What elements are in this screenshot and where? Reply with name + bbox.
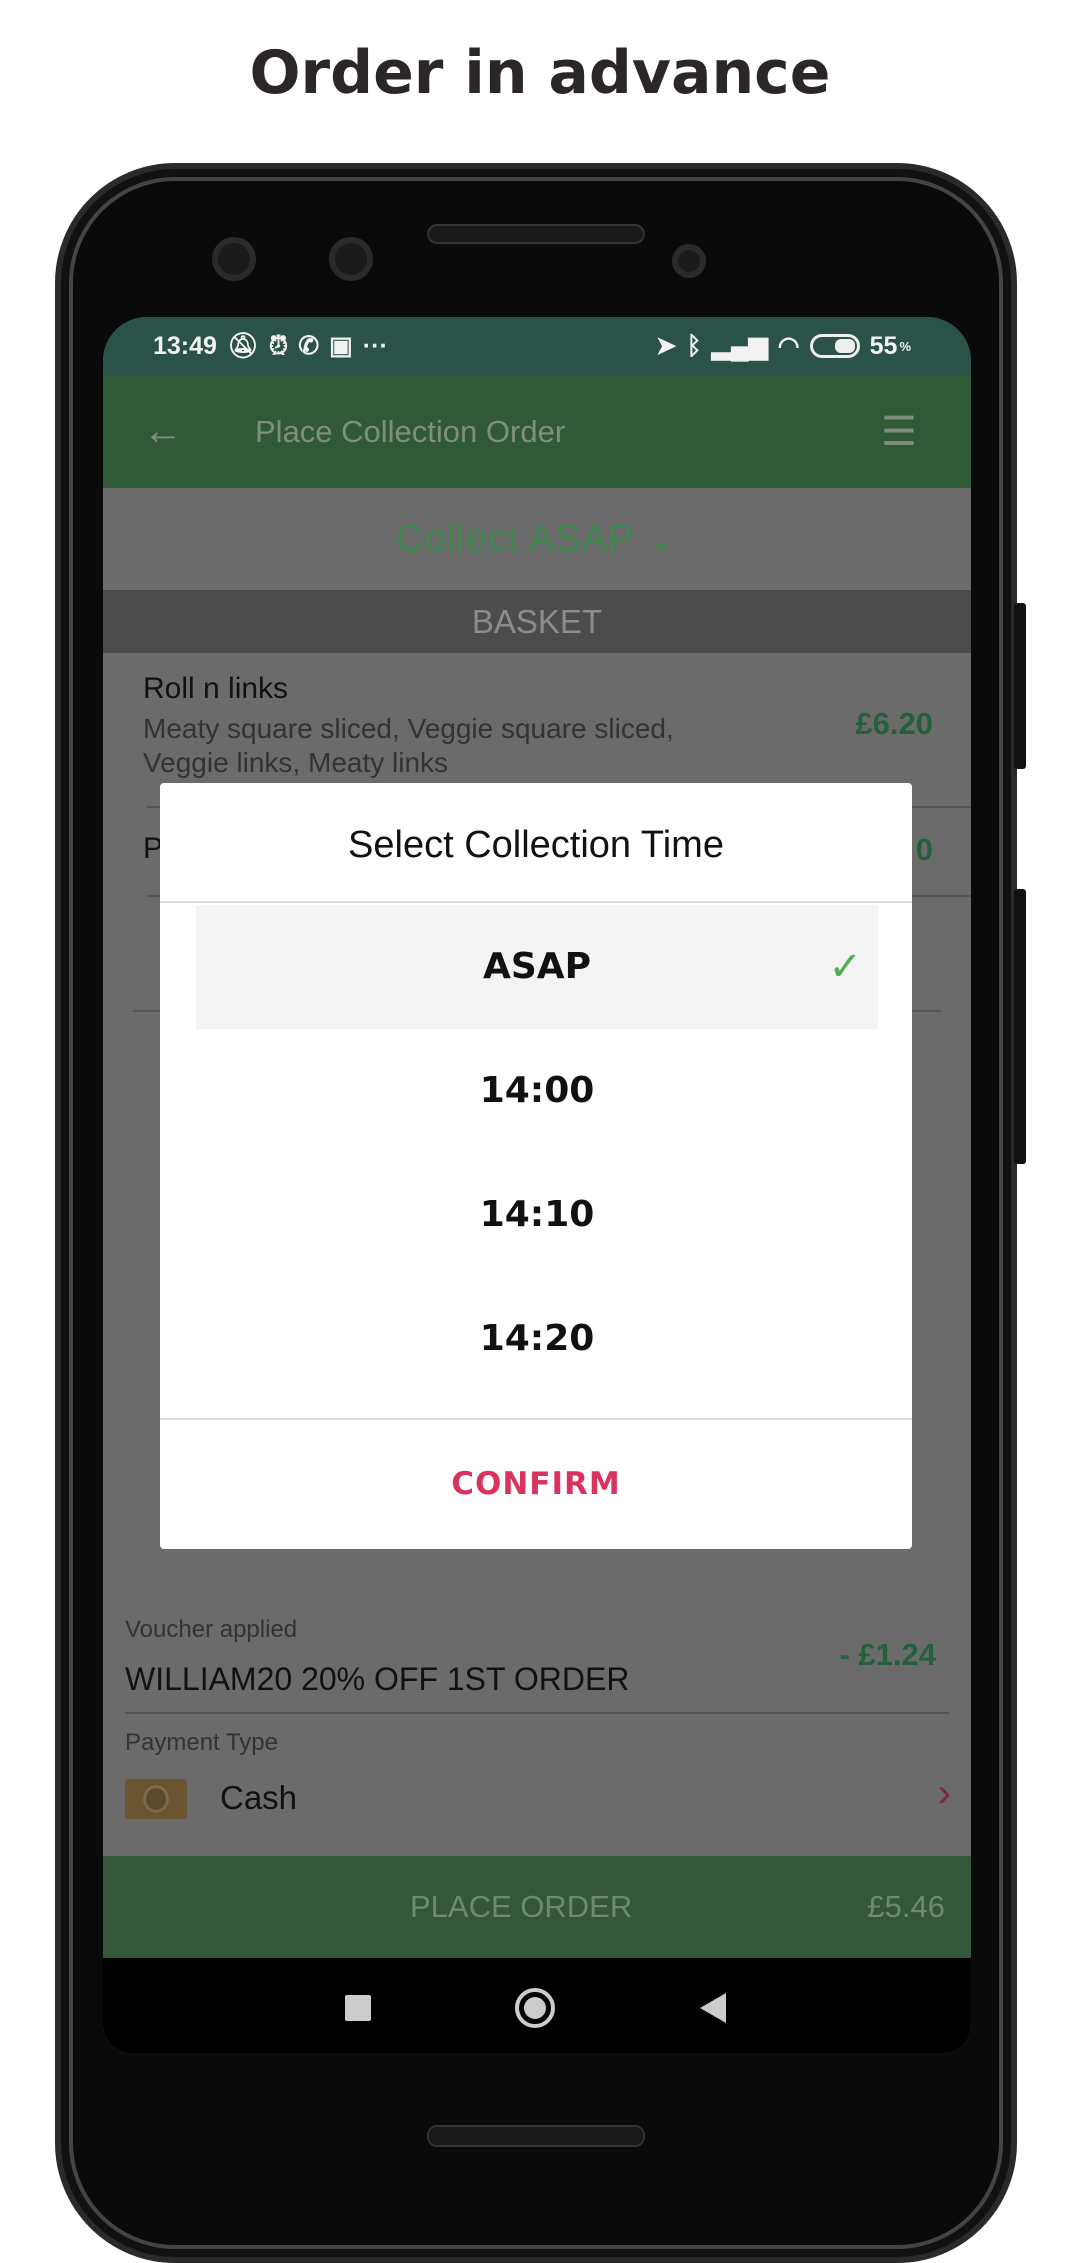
volume-button	[1014, 889, 1026, 1164]
back-icon[interactable]	[700, 1993, 726, 2023]
dialog-title: Select Collection Time	[160, 783, 912, 903]
more-icon: ···	[362, 331, 388, 360]
chevron-down-icon: ⌄	[645, 518, 678, 560]
hamburger-menu-icon[interactable]: ☰	[881, 409, 971, 455]
camera-icon	[212, 237, 256, 281]
voucher-label: Voucher applied	[125, 1616, 298, 1643]
home-icon[interactable]	[515, 1988, 555, 2028]
voucher-code[interactable]: WILLIAM20 20% OFF 1ST ORDER	[125, 1661, 629, 1698]
clock: 13:49	[153, 331, 217, 360]
voucher-discount: - £1.24	[839, 1637, 936, 1672]
time-option-1400[interactable]: 14:00	[196, 1029, 878, 1153]
signal-icon: ▂▄▆	[711, 332, 768, 360]
power-button	[1014, 603, 1026, 769]
collect-time-selector[interactable]: Collect ASAP ⌄	[103, 488, 971, 590]
camera-icon	[329, 237, 373, 281]
system-nav-bar	[103, 1958, 971, 2053]
bluetooth-icon: ᛒ	[686, 331, 702, 360]
divider	[125, 1712, 949, 1714]
calendar-icon: ▣	[329, 332, 353, 360]
basket-item[interactable]: Roll n links Meaty square sliced, Veggie…	[143, 672, 933, 780]
alarm-icon: ⏰︎	[268, 331, 289, 360]
sensor-icon	[672, 244, 706, 278]
location-icon: ➤	[655, 332, 677, 360]
order-total: £5.46	[867, 1889, 945, 1924]
screen: 13:49 🔕︎ ⏰︎ ✆ ▣ ··· ➤ ᛒ ▂▄▆ ◠ 55% ← Plac…	[103, 317, 971, 2053]
wifi-icon: ◠	[777, 332, 800, 360]
mute-bell-icon: 🔕︎	[226, 331, 259, 360]
app-bar: ← Place Collection Order ☰	[103, 375, 971, 488]
earpiece	[427, 224, 645, 244]
confirm-button[interactable]: CONFIRM	[160, 1418, 912, 1549]
collection-time-dialog: Select Collection Time ASAP ✓ 14:00 14:10…	[160, 783, 912, 1549]
payment-type-label: Payment Type	[125, 1729, 278, 1756]
whatsapp-icon: ✆	[298, 332, 320, 360]
check-icon: ✓	[828, 944, 862, 990]
payment-method[interactable]: Cash ›	[125, 1771, 951, 1827]
basket-header: BASKET	[103, 590, 971, 653]
item-price: 0	[915, 832, 933, 867]
place-order-button[interactable]: PLACE ORDER £5.46	[103, 1856, 971, 1958]
bottom-speaker	[427, 2125, 645, 2147]
page-headline: Order in advance	[249, 38, 831, 108]
chevron-right-icon: ›	[937, 1771, 951, 1815]
time-option-1410[interactable]: 14:10	[196, 1153, 878, 1277]
back-arrow-icon[interactable]: ←	[103, 409, 223, 454]
battery-level: 55	[869, 331, 898, 360]
page-title: Place Collection Order	[255, 413, 566, 449]
time-option-asap[interactable]: ASAP ✓	[196, 905, 878, 1029]
battery-icon	[809, 334, 860, 358]
status-bar: 13:49 🔕︎ ⏰︎ ✆ ▣ ··· ➤ ᛒ ▂▄▆ ◠ 55%	[103, 317, 971, 375]
time-option-1420[interactable]: 14:20	[196, 1277, 878, 1401]
recents-icon[interactable]	[345, 1995, 371, 2021]
item-price: £6.20	[855, 706, 933, 741]
cash-icon	[125, 1779, 187, 1819]
